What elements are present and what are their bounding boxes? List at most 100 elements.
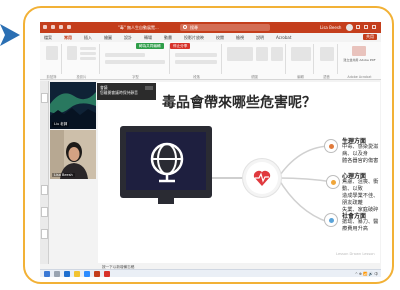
app-taskbar-icon[interactable] xyxy=(104,271,110,277)
ribbon-group-label: 投影片 xyxy=(76,75,87,79)
tab-draw[interactable]: 繪圖 xyxy=(104,35,112,41)
search-icon xyxy=(183,25,187,29)
heart-hub xyxy=(246,162,278,194)
slide-watermark: Lesson Drawn Lesson xyxy=(336,252,375,256)
ribbon-group-label: 段落 xyxy=(193,75,200,79)
ribbon-group-editing: 編輯 xyxy=(288,44,314,79)
minimize-icon[interactable] xyxy=(356,25,360,29)
align-buttons[interactable] xyxy=(175,60,217,64)
monitor-illustration xyxy=(120,126,212,204)
slide-thumbnail[interactable] xyxy=(41,207,48,217)
new-slide-button[interactable] xyxy=(67,46,77,60)
acrobat-label: 建立並共用 Adobe PDF xyxy=(343,58,376,62)
windows-taskbar: ^ ⊕ 📶 🔊 中 xyxy=(40,269,381,277)
powerpoint-window: "毒" 無人生自動展覽... 搜尋 Lisa Beesh 檔案 常用 插入 繪圖… xyxy=(40,22,381,277)
co-edit-button[interactable]: 轉為共同編輯 xyxy=(136,43,164,49)
ribbon-group-acrobat: 建立並共用 Adobe PDF Adobe Acrobat xyxy=(340,44,379,79)
slide-thumbnail-rail xyxy=(40,81,49,264)
slide-thumbnail[interactable] xyxy=(41,229,48,239)
close-icon[interactable] xyxy=(372,25,376,29)
brain-icon xyxy=(326,175,340,189)
list-buttons[interactable] xyxy=(175,53,217,57)
page-canvas: "毒" 無人生自動展覽... 搜尋 Lisa Beesh 檔案 常用 插入 繪圖… xyxy=(0,0,400,290)
meeting-notification: 會議 您離開會議時保持靜音 xyxy=(97,83,156,100)
file-explorer-icon[interactable] xyxy=(74,271,80,277)
redo-icon[interactable] xyxy=(59,25,63,29)
font-format-buttons[interactable] xyxy=(105,60,165,64)
tab-view[interactable]: 檢視 xyxy=(236,35,244,41)
avatar[interactable] xyxy=(346,24,353,31)
ribbon-group-font: 轉為共同編輯 字型 xyxy=(102,43,170,79)
start-icon[interactable] xyxy=(44,271,50,277)
ribbon-group-drawing: 繪圖 xyxy=(224,44,286,79)
ribbon-tabs: 檔案 常用 插入 繪圖 設計 轉場 動畫 投影片放映 校閱 檢視 說明 Acro… xyxy=(40,33,381,42)
slide-thumbnail[interactable] xyxy=(41,93,48,103)
ribbon-group-label: 編輯 xyxy=(297,75,304,79)
slide-thumbnail[interactable] xyxy=(41,185,48,195)
ribbon-group-label: 剪貼簿 xyxy=(46,75,57,79)
arrow-pointer-icon xyxy=(0,24,20,46)
ribbon-group-paragraph: 停止分享 段落 xyxy=(170,43,222,79)
person-video xyxy=(50,130,96,179)
search-taskbar-icon[interactable] xyxy=(54,271,60,277)
participant-video[interactable]: Lisa Beesh xyxy=(50,130,96,179)
ribbon-group-label: 字型 xyxy=(132,75,139,79)
section-text-mental: 焦慮、沮喪、衝動、以致 造成學業不佳、朋友疏離 失業、家庭破碎 xyxy=(342,179,379,213)
notification-text: 您離開會議時保持靜音 xyxy=(100,90,138,95)
edge-icon[interactable] xyxy=(64,271,70,277)
tab-home[interactable]: 常用 xyxy=(64,35,72,41)
globe-icon xyxy=(150,142,184,183)
tab-animations[interactable]: 動畫 xyxy=(164,35,172,41)
powerpoint-taskbar-icon[interactable] xyxy=(94,271,100,277)
participant-video[interactable]: Liu 老師 xyxy=(50,82,96,129)
monitor-stand xyxy=(158,198,174,204)
shapes-gallery[interactable] xyxy=(227,47,253,61)
tab-help[interactable]: 說明 xyxy=(256,35,264,41)
system-tray[interactable]: ^ ⊕ 📶 🔊 中 xyxy=(355,271,378,277)
tab-insert[interactable]: 插入 xyxy=(84,35,92,41)
notification-close-button[interactable] xyxy=(145,86,153,90)
tab-transitions[interactable]: 轉場 xyxy=(144,35,152,41)
search-box[interactable]: 搜尋 xyxy=(180,24,270,31)
tab-acrobat[interactable]: Acrobat xyxy=(276,35,291,40)
participant-name: Liu 老師 xyxy=(52,122,70,127)
slide-title: 毒品會帶來哪些危害呢？ xyxy=(162,95,316,111)
tab-slideshow[interactable]: 投影片放映 xyxy=(184,35,204,41)
reset-button[interactable] xyxy=(80,52,96,55)
ribbon-group-clipboard: 剪貼簿 xyxy=(42,44,62,79)
ribbon-group-slides: 投影片 xyxy=(64,44,100,79)
participant-name: Lisa Beesh xyxy=(52,173,75,177)
tab-file[interactable]: 檔案 xyxy=(44,35,52,41)
liver-icon xyxy=(324,139,338,153)
paste-button[interactable] xyxy=(46,46,58,60)
title-bar: "毒" 無人生自動展覽... 搜尋 Lisa Beesh xyxy=(40,22,381,33)
quick-access-toolbar[interactable] xyxy=(43,25,83,30)
connector-line xyxy=(212,177,246,179)
tab-design[interactable]: 設計 xyxy=(124,35,132,41)
document-title: "毒" 無人生自動展覽... xyxy=(118,25,159,30)
dictate-button[interactable] xyxy=(320,47,334,61)
window-controls[interactable] xyxy=(356,25,378,30)
arrange-button[interactable] xyxy=(256,47,268,61)
maximize-icon[interactable] xyxy=(364,25,368,29)
share-button[interactable]: 共用 xyxy=(363,34,377,40)
section-text-social: 搶劫、暴力、醫療費用升高 xyxy=(342,219,379,232)
section-text-physical: 中毒、感染愛滋病、以及身 體各器官的傷害 xyxy=(342,144,379,164)
user-name[interactable]: Lisa Beesh xyxy=(320,25,341,30)
undo-icon[interactable] xyxy=(51,25,55,29)
section-button[interactable] xyxy=(80,57,96,60)
monitor-screen xyxy=(126,132,206,190)
font-select[interactable] xyxy=(105,53,145,57)
save-icon[interactable] xyxy=(43,25,47,29)
find-replace-button[interactable] xyxy=(291,47,311,61)
slide-canvas[interactable]: 毒品會帶來哪些危害呢？ 生理方面 中毒、感染愛滋病、以及身 體各器官的傷害 心理… xyxy=(98,82,380,263)
people-icon xyxy=(324,213,338,227)
tab-review[interactable]: 校閱 xyxy=(216,35,224,41)
stop-sharing-button[interactable]: 停止分享 xyxy=(170,43,191,49)
quick-styles-button[interactable] xyxy=(271,47,283,61)
layout-button[interactable] xyxy=(80,47,96,50)
present-icon[interactable] xyxy=(67,25,71,29)
create-pdf-button[interactable] xyxy=(352,46,366,56)
zoom-icon[interactable] xyxy=(84,271,90,277)
ribbon-group-label: 繪圖 xyxy=(251,75,258,79)
